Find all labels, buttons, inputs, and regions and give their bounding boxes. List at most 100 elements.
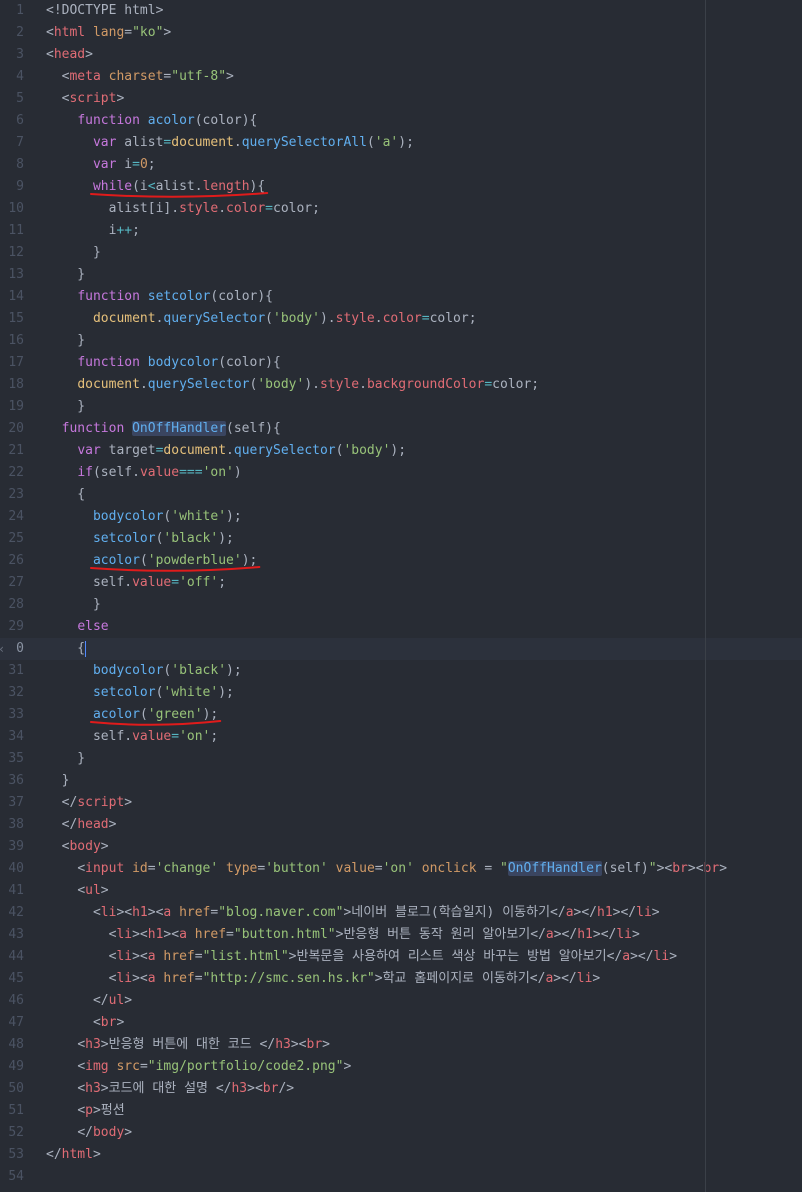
code-line[interactable]: 24 bodycolor('white');	[0, 506, 802, 528]
code-token: ></	[592, 927, 617, 942]
code-line[interactable]: 47 <br>	[0, 1012, 802, 1034]
code-line[interactable]: 38 </head>	[0, 814, 802, 836]
code-token: style	[335, 311, 375, 326]
code-token: br	[262, 1081, 279, 1096]
code-line[interactable]: 37 </script>	[0, 792, 802, 814]
code-text: setcolor('black');	[46, 528, 234, 550]
code-line[interactable]: 44 <li><a href="list.html">반복문을 사용하여 리스트…	[0, 946, 802, 968]
code-text: }	[46, 748, 85, 770]
code-token: );	[390, 443, 407, 458]
line-number: 24	[8, 509, 24, 524]
code-line[interactable]: 13 }	[0, 264, 802, 286]
code-line[interactable]: 51 <p>펑션	[0, 1100, 802, 1122]
code-line[interactable]: 25 setcolor('black');	[0, 528, 802, 550]
code-token: </	[550, 905, 566, 920]
code-line[interactable]: 20 function OnOffHandler(self){	[0, 418, 802, 440]
line-number: 9	[16, 179, 24, 194]
code-line[interactable]: 39 <body>	[0, 836, 802, 858]
code-line[interactable]: 12 }	[0, 242, 802, 264]
code-line[interactable]: 4 <meta charset="utf-8">	[0, 66, 802, 88]
code-line[interactable]: 19 }	[0, 396, 802, 418]
code-line[interactable]: 11 i++;	[0, 220, 802, 242]
code-token: <	[77, 861, 86, 876]
fold-chevron-icon[interactable]: ‹	[0, 638, 5, 660]
code-token: value	[335, 861, 375, 876]
code-line[interactable]: 45 <li><a href="http://smc.sen.hs.kr">학교…	[0, 968, 802, 990]
code-token: OnOffHandler	[507, 861, 602, 876]
code-line[interactable]: 17 function bodycolor(color){	[0, 352, 802, 374]
code-line[interactable]: 46 </ul>	[0, 990, 802, 1012]
line-number: 43	[8, 927, 24, 942]
code-line[interactable]: 26 acolor('powderblue');	[0, 550, 802, 572]
code-line[interactable]: 6 function acolor(color){	[0, 110, 802, 132]
code-line[interactable]: 0‹ {	[0, 638, 802, 660]
code-line[interactable]: 18 document.querySelector('body').style.…	[0, 374, 802, 396]
code-text: <p>펑션	[46, 1100, 124, 1122]
code-line[interactable]: 48 <h3>반응형 버튼에 대한 코드 </h3><br>	[0, 1034, 802, 1056]
code-text: <li><h1><a href="blog.naver.com">네이버 블로그…	[46, 902, 660, 924]
code-line[interactable]: 2 <html lang="ko">	[0, 22, 802, 44]
code-token: 'black'	[171, 663, 227, 678]
code-line[interactable]: 32 setcolor('white');	[0, 682, 802, 704]
code-line[interactable]: 1 <!DOCTYPE html>	[0, 0, 802, 22]
code-token: 학교 홈페이지로 이동하기	[382, 971, 530, 986]
code-line[interactable]: 54	[0, 1166, 802, 1188]
code-line[interactable]: 53 </html>	[0, 1144, 802, 1166]
code-line[interactable]: 14 function setcolor(color){	[0, 286, 802, 308]
code-line[interactable]: 31 bodycolor('black');	[0, 660, 802, 682]
code-line[interactable]: 40 <input id='change' type='button' valu…	[0, 858, 802, 880]
line-number: 10	[8, 201, 24, 216]
code-line[interactable]: 33 acolor('green');	[0, 704, 802, 726]
code-line[interactable]: 15 document.querySelector('body').style.…	[0, 308, 802, 330]
code-line[interactable]: 50 <h3>코드에 대한 설명 </h3><br/>	[0, 1078, 802, 1100]
code-line[interactable]: 49 <img src="img/portfolio/code2.png">	[0, 1056, 802, 1078]
code-line[interactable]: 36 }	[0, 770, 802, 792]
code-token: .	[374, 311, 383, 326]
code-line[interactable]: 7 var alist=document.querySelectorAll('a…	[0, 132, 802, 154]
code-token: =	[171, 729, 180, 744]
code-line[interactable]: 35 }	[0, 748, 802, 770]
code-token: ><	[147, 905, 164, 920]
code-text: bodycolor('white');	[46, 506, 242, 528]
code-text: document.querySelector('body').style.bac…	[46, 374, 539, 396]
code-line[interactable]: 23 {	[0, 484, 802, 506]
code-line[interactable]: 8 var i=0;	[0, 154, 802, 176]
code-editor[interactable]: 1 <!DOCTYPE html> 2 <html lang="ko"> 3 <head>…	[0, 0, 802, 1192]
code-token: 'white'	[171, 509, 227, 524]
code-line[interactable]: 10 alist[i].style.color=color;	[0, 198, 802, 220]
code-token: =	[171, 575, 180, 590]
code-line[interactable]: 5 <script>	[0, 88, 802, 110]
code-text: }	[46, 242, 101, 264]
code-line[interactable]: 52 </body>	[0, 1122, 802, 1144]
code-token: li	[116, 971, 133, 986]
line-number: 19	[8, 399, 24, 414]
code-token: ;	[210, 729, 219, 744]
code-line[interactable]: 27 self.value='off';	[0, 572, 802, 594]
code-token: >	[322, 1037, 330, 1052]
code-line[interactable]: 9 while(i<alist.length){	[0, 176, 802, 198]
code-line[interactable]: 22 if(self.value==='on')	[0, 462, 802, 484]
code-line[interactable]: 43 <li><h1><a href="button.html">반응형 버튼 …	[0, 924, 802, 946]
code-line[interactable]: 34 self.value='on';	[0, 726, 802, 748]
code-token: acolor	[147, 113, 195, 128]
code-token: h3	[231, 1081, 248, 1096]
code-token: bodycolor	[147, 355, 219, 370]
code-line[interactable]: 16 }	[0, 330, 802, 352]
code-token: alist.	[155, 179, 203, 194]
code-line[interactable]: 21 var target=document.querySelector('bo…	[0, 440, 802, 462]
code-line[interactable]: 42 <li><h1><a href="blog.naver.com">네이버 …	[0, 902, 802, 924]
code-line[interactable]: 3 <head>	[0, 44, 802, 66]
code-token: =	[257, 861, 266, 876]
code-token: <	[77, 1081, 86, 1096]
code-token: href	[194, 927, 227, 942]
code-line[interactable]: 29 else	[0, 616, 802, 638]
code-line[interactable]: 28 }	[0, 594, 802, 616]
code-token: 코드에 대한 설명	[108, 1081, 216, 1096]
code-token: {	[46, 641, 86, 656]
code-text: function OnOffHandler(self){	[46, 418, 281, 440]
code-line[interactable]: 41 <ul>	[0, 880, 802, 902]
